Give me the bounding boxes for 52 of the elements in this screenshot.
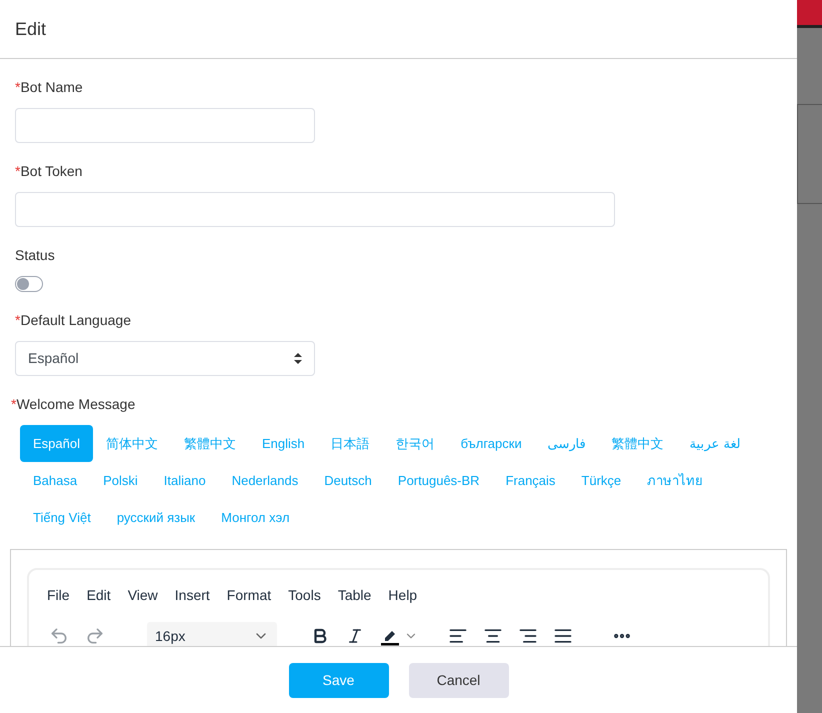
required-mark: *: [11, 395, 16, 414]
language-tab[interactable]: 日本語: [318, 425, 383, 462]
language-tab[interactable]: Français: [492, 462, 568, 499]
language-tab[interactable]: български: [448, 425, 535, 462]
menu-item[interactable]: Insert: [174, 584, 210, 606]
language-tab[interactable]: 한국어: [382, 425, 448, 462]
field-label: Welcome Message: [16, 395, 136, 414]
text-field[interactable]: [15, 108, 315, 143]
language-tab[interactable]: فارسی: [534, 425, 599, 462]
language-tab[interactable]: 繁體中文: [598, 425, 677, 462]
font-size-select[interactable]: 16px: [147, 622, 277, 646]
language-tab[interactable]: 简体中文: [92, 425, 171, 462]
text-field[interactable]: [15, 192, 615, 227]
undo-icon[interactable]: [49, 626, 69, 646]
language-tab[interactable]: English: [248, 425, 318, 462]
field-label: Status: [15, 246, 55, 265]
sort-arrows-icon: [294, 353, 302, 364]
language-tab[interactable]: Deutsch: [311, 462, 385, 499]
status-switch[interactable]: [15, 276, 43, 292]
menu-item[interactable]: View: [128, 584, 158, 606]
menu-item[interactable]: File: [47, 584, 70, 606]
dialog-title: Edit: [15, 18, 46, 40]
language-tab[interactable]: Bahasa: [20, 462, 90, 499]
menu-item[interactable]: Edit: [86, 584, 111, 606]
menu-item[interactable]: Format: [226, 584, 272, 606]
menu-item[interactable]: Table: [338, 584, 372, 606]
language-tab[interactable]: Italiano: [150, 462, 219, 499]
required-mark: *: [15, 311, 20, 330]
field-label: Bot Token: [20, 162, 82, 181]
language-tab[interactable]: Español: [20, 425, 93, 462]
italic-icon[interactable]: [346, 627, 364, 645]
field-label: Bot Name: [20, 78, 83, 97]
field-label: Default Language: [20, 311, 131, 330]
language-tab[interactable]: Polski: [90, 462, 151, 499]
language-tab[interactable]: Türkçe: [568, 462, 634, 499]
language-tab[interactable]: ภาษาไทย: [634, 462, 716, 499]
language-tab[interactable]: لغة عربية: [676, 425, 754, 462]
language-tab[interactable]: Монгол хэл: [208, 499, 303, 536]
cancel-button[interactable]: Cancel: [408, 662, 508, 698]
header-bar: [797, 0, 822, 28]
redo-icon[interactable]: [85, 626, 105, 646]
language-tab[interactable]: 繁體中文: [170, 425, 249, 462]
save-button[interactable]: Save: [288, 662, 388, 698]
language-tab[interactable]: Nederlands: [218, 462, 312, 499]
menu-item[interactable]: Help: [388, 584, 418, 606]
language-tab[interactable]: русский язык: [104, 499, 208, 536]
language-tab[interactable]: Tiếng Việt: [20, 499, 104, 536]
required-mark: *: [15, 162, 20, 181]
menu-item[interactable]: Tools: [288, 584, 321, 606]
required-mark: *: [15, 78, 20, 97]
language-tab[interactable]: Português-BR: [384, 462, 493, 499]
language-select[interactable]: Español: [15, 341, 315, 376]
